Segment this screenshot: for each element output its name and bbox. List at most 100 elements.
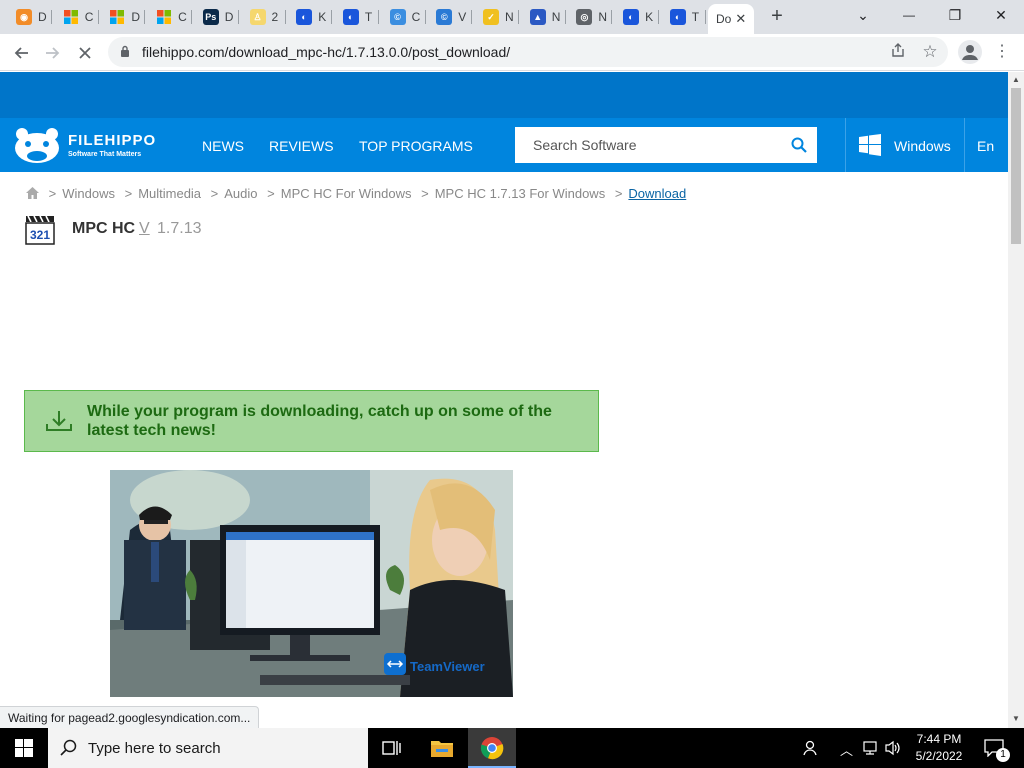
scroll-down-icon[interactable]: ▼	[1011, 714, 1021, 724]
browser-menu-icon[interactable]: ⋮	[994, 40, 1010, 64]
restore-button[interactable]: ❐	[932, 0, 978, 32]
notice-text: While your program is downloading, catch…	[87, 403, 552, 439]
browser-tab[interactable]: ◎ N	[568, 4, 613, 30]
nav-reviews[interactable]: REVIEWS	[269, 138, 334, 154]
start-button[interactable]	[0, 728, 48, 768]
browser-tab[interactable]: ♙ 2	[242, 4, 286, 30]
network-icon[interactable]	[862, 740, 880, 756]
search-icon[interactable]	[791, 137, 807, 153]
notification-center-button[interactable]: 1	[980, 728, 1024, 768]
tab-label: K	[645, 10, 654, 24]
tab-label: N	[505, 10, 514, 24]
bookmark-star-icon[interactable]: ☆	[920, 42, 940, 62]
tab-favicon-icon: ©	[436, 9, 453, 25]
breadcrumb-current[interactable]: Download	[628, 186, 686, 201]
tab-separator	[658, 10, 660, 24]
back-button[interactable]	[8, 40, 34, 66]
language-selector[interactable]: En	[977, 138, 994, 154]
nav-top-programs[interactable]: TOP PROGRAMS	[359, 138, 473, 154]
tab-label: C	[84, 10, 94, 24]
tab-label: 2	[271, 10, 279, 24]
tab-label: V	[458, 10, 467, 24]
tab-favicon-icon	[109, 9, 125, 25]
download-icon	[46, 411, 72, 431]
close-tab-icon[interactable]: ✕	[735, 11, 746, 27]
breadcrumb-item[interactable]: Multimedia	[138, 186, 201, 201]
filehippo-logo[interactable]: FILEHIPPO Software That Matters	[12, 126, 172, 166]
browser-tab[interactable]: ◐ T	[335, 4, 379, 30]
ad-banner-band	[0, 72, 1008, 118]
people-icon[interactable]	[802, 739, 820, 757]
tab-separator	[424, 10, 426, 24]
tab-label: T	[691, 10, 700, 24]
new-tab-button[interactable]: +	[766, 5, 788, 27]
profile-avatar[interactable]	[958, 40, 982, 64]
task-view-button[interactable]	[368, 728, 416, 768]
home-icon[interactable]	[26, 187, 39, 199]
teamviewer-ad-image[interactable]: TeamViewer	[110, 470, 513, 697]
browser-tab[interactable]: ✓ N	[475, 4, 519, 30]
browser-tab[interactable]: Ps D	[195, 4, 239, 30]
windows-logo-icon	[859, 134, 881, 156]
browser-tab[interactable]: D	[101, 4, 146, 30]
tab-separator	[704, 10, 706, 24]
stop-loading-button[interactable]	[72, 40, 98, 66]
nav-divider	[845, 118, 846, 172]
browser-tab[interactable]: ◉ D	[8, 4, 52, 30]
address-bar[interactable]: filehippo.com/download_mpc-hc/1.7.13.0.0…	[108, 37, 948, 67]
browser-tab[interactable]: © V	[428, 4, 473, 30]
close-window-button[interactable]: ✕	[978, 0, 1024, 32]
breadcrumb-item[interactable]: MPC HC 1.7.13 For Windows	[435, 186, 606, 201]
nav-divider	[964, 118, 965, 172]
tab-strip: ◉ D C D C Ps D ♙ 2 ◐ K ◐ T © C © V ✓ N ▲ N ◎ N ◐ K ◐ T Do ✕ + ⌄ — …	[0, 0, 1024, 34]
browser-tab[interactable]: C	[55, 4, 99, 30]
forward-arrow-icon	[46, 47, 60, 59]
browser-tab[interactable]: ◐ K	[615, 4, 660, 30]
browser-toolbar: filehippo.com/download_mpc-hc/1.7.13.0.0…	[0, 34, 1024, 71]
logo-tagline: Software That Matters	[68, 151, 142, 158]
search-input[interactable]: Search Software	[515, 127, 817, 163]
tab-active[interactable]: Do ✕	[708, 4, 754, 34]
share-icon[interactable]	[888, 42, 908, 62]
tab-label: D	[224, 10, 234, 24]
minimize-button[interactable]: —	[886, 0, 932, 32]
browser-tab[interactable]: C	[148, 4, 193, 30]
folder-icon	[431, 741, 453, 757]
url-text: filehippo.com/download_mpc-hc/1.7.13.0.0…	[142, 44, 511, 60]
app-icon-text: 321	[30, 228, 50, 242]
browser-tab[interactable]: ▲ N	[522, 4, 566, 30]
taskbar-search-input[interactable]: Type here to search	[48, 728, 368, 768]
tab-label: C	[178, 10, 187, 24]
breadcrumb-separator: >	[124, 186, 133, 201]
tab-separator	[564, 10, 566, 24]
file-explorer-button[interactable]	[418, 728, 466, 768]
chrome-taskbar-button[interactable]	[468, 728, 516, 768]
status-bubble: Waiting for pagead2.googlesyndication.co…	[0, 706, 260, 728]
breadcrumb-item[interactable]: MPC HC For Windows	[281, 186, 412, 201]
windows-start-icon	[15, 739, 33, 757]
taskbar-clock[interactable]: 7:44 PM 5/2/2022	[900, 731, 978, 765]
program-name: MPC HC	[72, 220, 136, 237]
tab-favicon-icon: ◐	[669, 9, 686, 25]
chrome-icon	[480, 737, 504, 760]
page-scrollbar[interactable]: ▲ ▼	[1008, 72, 1024, 728]
browser-tab[interactable]: © C	[382, 4, 426, 30]
tab-favicon-icon	[63, 9, 79, 25]
tab-separator	[331, 10, 333, 24]
tab-active-label: Do	[716, 12, 732, 26]
tab-search-button[interactable]: ⌄	[840, 0, 886, 32]
scrollbar-thumb[interactable]	[1011, 88, 1021, 244]
breadcrumb-item[interactable]: Windows	[62, 186, 115, 201]
tab-favicon-icon: ◎	[576, 9, 593, 25]
scroll-up-icon[interactable]: ▲	[1011, 75, 1021, 85]
platform-selector[interactable]: Windows	[894, 138, 951, 154]
show-hidden-icons-icon[interactable]: ︿	[840, 740, 853, 759]
tab-separator	[471, 10, 473, 24]
breadcrumb-item[interactable]: Audio	[224, 186, 257, 201]
browser-tab[interactable]: ◐ T	[662, 4, 706, 30]
forward-button[interactable]	[40, 40, 66, 66]
tab-favicon-icon: ◐	[342, 9, 359, 25]
nav-news[interactable]: NEWS	[202, 138, 244, 154]
browser-tab[interactable]: ◐ K	[288, 4, 333, 30]
breadcrumb: > Windows > Multimedia > Audio > MPC HC For …	[26, 186, 686, 201]
